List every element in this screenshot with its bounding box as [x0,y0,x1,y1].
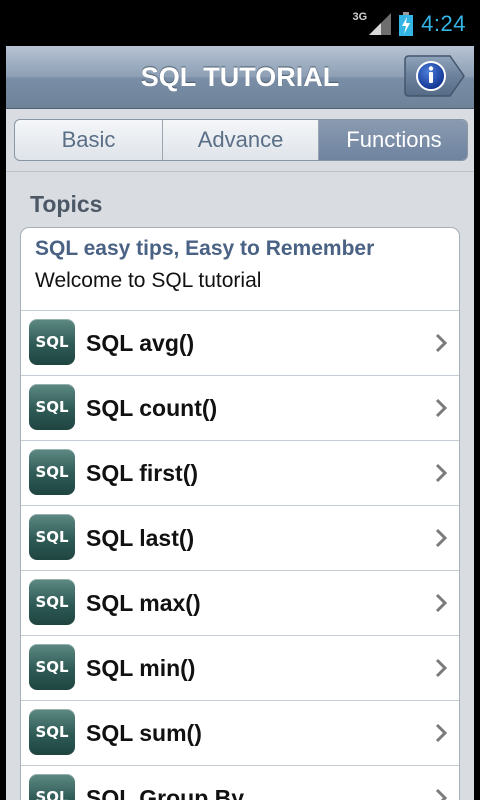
list-item-label: SQL min() [86,655,196,681]
list-item[interactable]: SQL SQL max() [21,571,459,636]
sql-icon: SQL [29,579,75,625]
sql-icon: SQL [29,709,75,755]
topics-header: SQL easy tips, Easy to Remember Welcome … [21,228,459,311]
chevron-right-icon [435,658,447,678]
list-item-label: SQL avg() [86,330,195,356]
topics-list: SQL easy tips, Easy to Remember Welcome … [20,227,460,800]
list-item[interactable]: SQL SQL min() [21,636,459,701]
header-title: SQL easy tips, Easy to Remember [35,237,375,260]
list-item[interactable]: SQL SQL count() [21,376,459,441]
sql-icon: SQL [29,319,75,365]
list-item[interactable]: SQL SQL sum() [21,701,459,766]
status-bar: 3G 4:24 [0,0,480,46]
sql-icon: SQL [29,644,75,690]
tab-advance[interactable]: Advance [163,120,319,160]
chevron-right-icon [435,593,447,613]
divider [6,171,474,172]
sql-icon: SQL [29,449,75,495]
chevron-right-icon [435,398,447,418]
sql-icon: SQL [29,774,75,800]
network-type-label: 3G [352,11,368,23]
section-title: Topics [30,191,103,217]
list-item-label: SQL sum() [86,720,202,746]
list-item-label: SQL max() [86,590,201,616]
title-bar: SQL TUTORIAL [6,46,474,109]
segmented-tabs: Basic Advance Functions [14,119,468,161]
list-item[interactable]: SQL SQL Group By [21,766,459,800]
header-subtitle: Welcome to SQL tutorial [35,269,262,292]
chevron-right-icon [435,528,447,548]
tab-functions[interactable]: Functions [319,120,467,160]
sql-icon: SQL [29,514,75,560]
list-item-label: SQL last() [86,525,195,551]
signal-icon [369,13,392,35]
list-item-label: SQL Group By [86,785,245,800]
app-window: SQL TUTORIAL Basic Advance Functions Top… [6,46,474,800]
info-icon[interactable] [404,55,466,97]
list-item-label: SQL count() [86,395,218,421]
tab-basic[interactable]: Basic [15,120,163,160]
chevron-right-icon [435,333,447,353]
clock: 4:24 [421,11,466,36]
chevron-right-icon [435,463,447,483]
chevron-right-icon [435,723,447,743]
battery-charging-icon [399,12,414,36]
chevron-right-icon [435,788,447,800]
list-item-label: SQL first() [86,460,199,486]
list-item[interactable]: SQL SQL avg() [21,311,459,376]
list-item[interactable]: SQL SQL first() [21,441,459,506]
list-item[interactable]: SQL SQL last() [21,506,459,571]
sql-icon: SQL [29,384,75,430]
